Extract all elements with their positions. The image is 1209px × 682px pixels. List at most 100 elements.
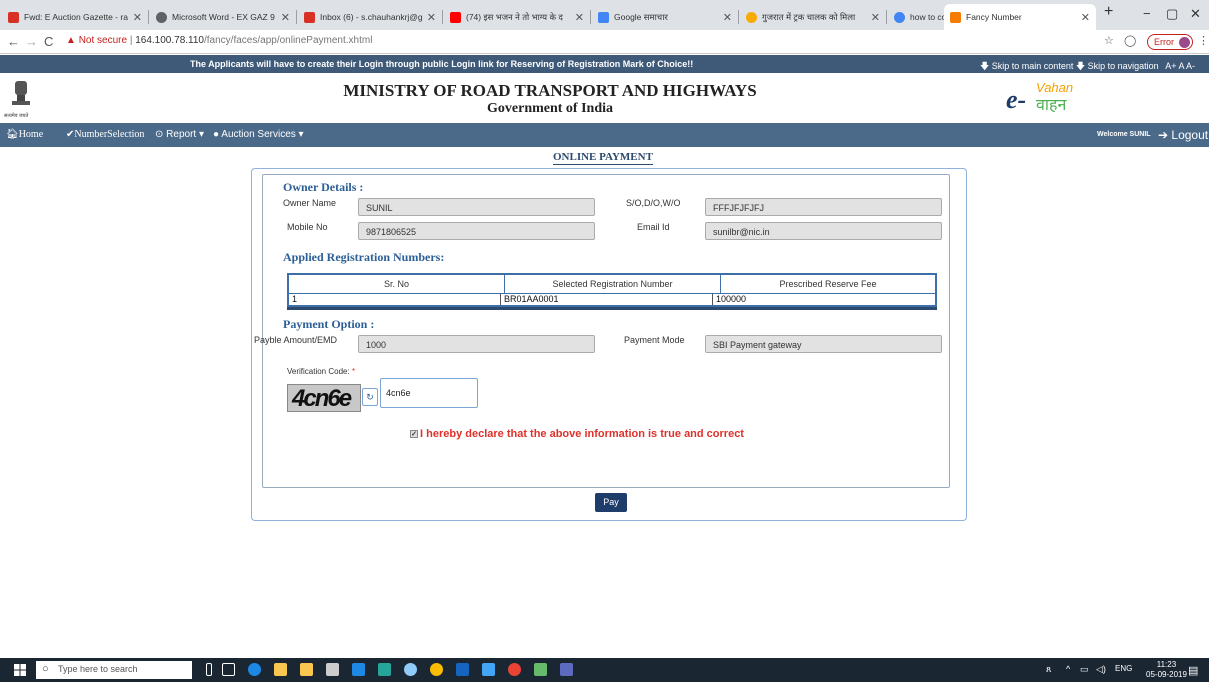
browser-tab[interactable]: Google समाचार ✕	[592, 4, 738, 30]
declaration-checkbox[interactable]: ✓	[410, 430, 418, 439]
app-icon[interactable]	[378, 663, 391, 676]
verification-code-input[interactable]: 4cn6e	[380, 378, 478, 408]
extension-icon[interactable]: ◯	[1124, 34, 1136, 47]
taskbar-search[interactable]: ○ Type here to search	[36, 661, 192, 679]
app-icon[interactable]	[560, 663, 573, 676]
arrow-down-icon: 🡇	[1075, 61, 1086, 71]
declaration-text: I hereby declare that the above informat…	[420, 428, 744, 440]
mail-icon[interactable]	[326, 663, 339, 676]
table-cell: 1	[289, 294, 501, 305]
app-icon[interactable]	[482, 663, 495, 676]
forward-button[interactable]: →	[25, 34, 38, 49]
font-size-controls[interactable]: A+ A A-	[1165, 61, 1195, 71]
owner-name-label: Owner Name	[283, 198, 337, 208]
owner-details-heading: Owner Details :	[283, 180, 364, 194]
close-tab-icon[interactable]: ✕	[871, 11, 880, 24]
search-icon: ○	[42, 663, 49, 675]
close-tab-icon[interactable]: ✕	[575, 11, 584, 24]
menu-number-selection[interactable]: ✔NumberSelection	[66, 129, 144, 140]
payment-mode-label: Payment Mode	[624, 335, 685, 345]
refresh-captcha-button[interactable]: ↻	[362, 388, 378, 406]
table-row: 1 BR01AA0001 100000	[289, 294, 935, 305]
browser-tab[interactable]: Fwd: E Auction Gazette - ra ✕	[2, 4, 148, 30]
app-icon[interactable]	[534, 663, 547, 676]
app-icon[interactable]	[404, 663, 417, 676]
windows-start-icon[interactable]	[14, 664, 26, 676]
amount-field: 1000	[358, 335, 595, 353]
news-icon	[746, 11, 757, 23]
user-icon: ●	[213, 129, 220, 140]
close-tab-icon[interactable]: ✕	[1081, 11, 1090, 24]
back-button[interactable]: ←	[7, 34, 20, 49]
sodowo-field: FFFJFJFJFJ	[705, 198, 942, 216]
close-tab-icon[interactable]: ✕	[133, 11, 142, 24]
close-tab-icon[interactable]: ✕	[723, 11, 732, 24]
people-icon[interactable]: ጸ	[1046, 664, 1051, 675]
tab-title: (74) इस भजन ने तो भाग्य के द	[466, 11, 563, 22]
gmail-icon	[8, 11, 19, 23]
notifications-icon[interactable]: ▤	[1188, 664, 1198, 677]
clock[interactable]: 11:23 05-09-2019	[1146, 660, 1187, 680]
main-menu: 🏠︎Home ✔NumberSelection ⊙ Report ▾ ● Auc…	[0, 123, 1209, 147]
menu-auction-services[interactable]: ● Auction Services ▾	[213, 129, 304, 140]
applied-numbers-heading: Applied Registration Numbers:	[283, 250, 445, 264]
pay-button[interactable]: Pay	[595, 493, 627, 512]
app-icon[interactable]	[352, 663, 365, 676]
profile-error-button[interactable]: Error	[1147, 34, 1193, 50]
declaration[interactable]: ✓ I hereby declare that the above informa…	[410, 428, 744, 440]
close-tab-icon[interactable]: ✕	[281, 11, 290, 24]
menu-icon[interactable]: ⋮	[1198, 34, 1209, 47]
volume-icon[interactable]: ◁)	[1096, 664, 1106, 675]
warning-icon: ▲	[66, 35, 76, 46]
skip-nav-link[interactable]: Skip to navigation	[1088, 61, 1159, 71]
close-tab-icon[interactable]: ✕	[427, 11, 436, 24]
browser-tab[interactable]: Inbox (6) - s.chauhankrj@g ✕	[298, 4, 442, 30]
youtube-icon	[450, 11, 461, 23]
browser-tab[interactable]: Microsoft Word - EX GAZ 9 ✕	[150, 4, 296, 30]
minimize-button[interactable]: −	[1143, 6, 1151, 21]
tray-chevron-icon[interactable]: ^	[1066, 664, 1070, 674]
chrome-icon[interactable]	[430, 663, 443, 676]
menu-report[interactable]: ⊙ Report ▾	[155, 129, 204, 140]
star-icon[interactable]: ☆	[1104, 34, 1114, 47]
maximize-button[interactable]: ▢	[1166, 6, 1178, 22]
not-secure-label: Not secure	[78, 35, 128, 46]
caret-down-icon: ▾	[198, 129, 204, 140]
reload-button[interactable]: C	[44, 34, 53, 49]
sodowo-label: S/O,D/O,W/O	[626, 198, 681, 208]
required-mark: *	[351, 367, 356, 376]
browser-tab[interactable]: (74) इस भजन ने तो भाग्य के द ✕	[444, 4, 590, 30]
skip-main-link[interactable]: Skip to main content	[992, 61, 1074, 71]
file-explorer-icon[interactable]	[274, 663, 287, 676]
column-header: Prescribed Reserve Fee	[779, 279, 877, 289]
url-host: 164.100.78.110	[135, 35, 204, 46]
browser-tab-active[interactable]: Fancy Number ✕	[944, 4, 1096, 30]
new-tab-button[interactable]: +	[1104, 3, 1113, 21]
google-icon	[894, 11, 905, 23]
notice-text: The Applicants will have to create their…	[190, 59, 694, 69]
browser-tab[interactable]: गुजरात में ट्रक चालक को मिला ✕	[740, 4, 886, 30]
language-indicator[interactable]: ENG	[1115, 664, 1132, 673]
url-path: /fancy/faces/app/onlinePayment.xhtml	[204, 35, 373, 46]
column-header: Sr. No	[289, 275, 505, 293]
app-icon[interactable]	[456, 663, 469, 676]
tab-title: गुजरात में ट्रक चालक को मिला	[762, 11, 856, 22]
microphone-icon[interactable]	[206, 663, 212, 676]
government-subtitle: Government of India	[487, 101, 613, 116]
ie-icon[interactable]	[248, 663, 261, 676]
url-field[interactable]: ▲ Not secure | 164.100.78.110/fancy/face…	[66, 35, 372, 46]
task-view-icon[interactable]	[222, 663, 235, 676]
time: 11:23	[1156, 660, 1177, 669]
payment-mode-field: SBI Payment gateway	[705, 335, 942, 353]
close-window-button[interactable]: ✕	[1190, 6, 1201, 22]
logout-button[interactable]: ➔ Logout	[1158, 128, 1208, 142]
network-icon[interactable]: ▭	[1080, 664, 1089, 675]
owner-name-field: SUNIL	[358, 198, 595, 216]
mobile-field: 9871806525	[358, 222, 595, 240]
tab-title: Inbox (6) - s.chauhankrj@g	[320, 12, 423, 22]
store-icon[interactable]	[300, 663, 313, 676]
error-label: Error	[1154, 37, 1174, 47]
browser-tab[interactable]: how to compare timestamp	[888, 4, 944, 30]
chrome-icon[interactable]	[508, 663, 521, 676]
menu-home[interactable]: 🏠︎Home	[6, 129, 43, 140]
